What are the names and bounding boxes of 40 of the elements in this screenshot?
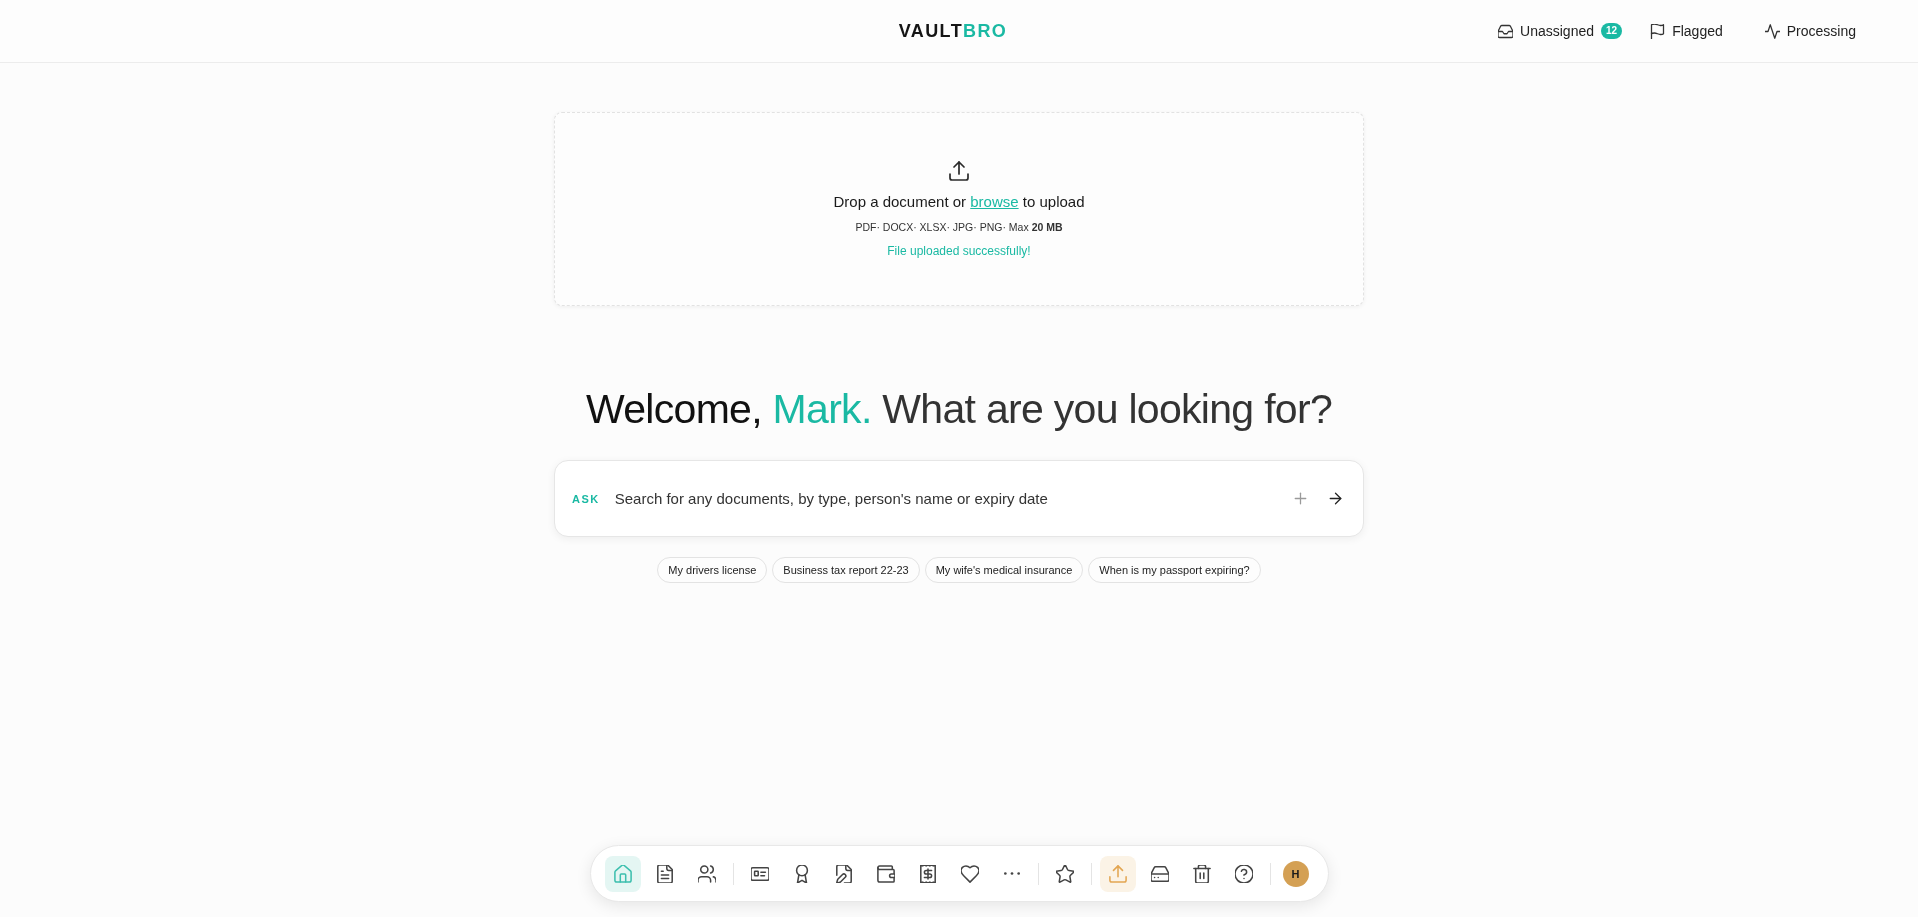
nav-button[interactable]: Processing <box>1754 17 1866 45</box>
house-icon <box>613 864 632 883</box>
file-formats-text: PDF· DOCX· XLSX· JPG· PNG· Max 20 MB <box>855 220 1063 235</box>
search-input[interactable]: Search for any documents, by type, person's name or expiry date <box>614 490 1287 507</box>
people-icon <box>697 864 716 883</box>
id-card-icon <box>750 864 769 883</box>
suggestion-chip[interactable]: My drivers license <box>657 557 768 583</box>
suggestion-chip[interactable]: My wife's medical insurance <box>924 557 1084 583</box>
flag-icon <box>1650 23 1666 39</box>
wallet-icon <box>876 864 895 883</box>
nav-button[interactable]: Unassigned 12 <box>1488 17 1633 45</box>
more-dots-icon <box>1003 872 1020 875</box>
help-icon <box>1234 864 1253 883</box>
nav-label: Flagged <box>1672 23 1723 39</box>
inbox-icon <box>1498 23 1514 39</box>
upload-status-text: File uploaded successfully! <box>887 243 1031 259</box>
plus-icon <box>1293 491 1308 506</box>
nav-label: Unassigned <box>1520 23 1594 39</box>
suggestion-chip[interactable]: Business tax report 22-23 <box>772 557 920 583</box>
user-avatar[interactable]: H <box>1282 860 1309 887</box>
arrow-right-icon <box>1328 491 1343 506</box>
receipt-dollar-icon <box>918 864 937 883</box>
upload-icon <box>949 161 969 181</box>
ask-label: ASK <box>572 492 600 505</box>
welcome-heading: Welcome, Mark. What are you looking for? <box>585 385 1332 434</box>
upload-prompt: Drop a document or browse to upload <box>833 192 1085 212</box>
drive-icon <box>1150 864 1169 883</box>
logo[interactable]: VAULTBRO <box>898 20 1008 42</box>
trash-icon <box>1192 864 1211 883</box>
suggestion-chip[interactable]: When is my passport expiring? <box>1088 557 1261 583</box>
document-pen-icon <box>834 864 853 883</box>
nav-button[interactable]: Flagged <box>1640 17 1733 45</box>
star-icon <box>1055 864 1074 883</box>
count-badge: 12 <box>1601 23 1623 39</box>
heart-icon <box>960 864 979 883</box>
nav-label: Processing <box>1786 23 1856 39</box>
upload-icon <box>1108 864 1127 883</box>
upload-dropzone[interactable]: Drop a document or browse to upload PDF· DOCX· XLSX· JPG· PNG· Max 20 MB File uploaded successfully! <box>554 112 1364 306</box>
document-icon <box>655 864 674 883</box>
activity-icon <box>1764 23 1780 39</box>
